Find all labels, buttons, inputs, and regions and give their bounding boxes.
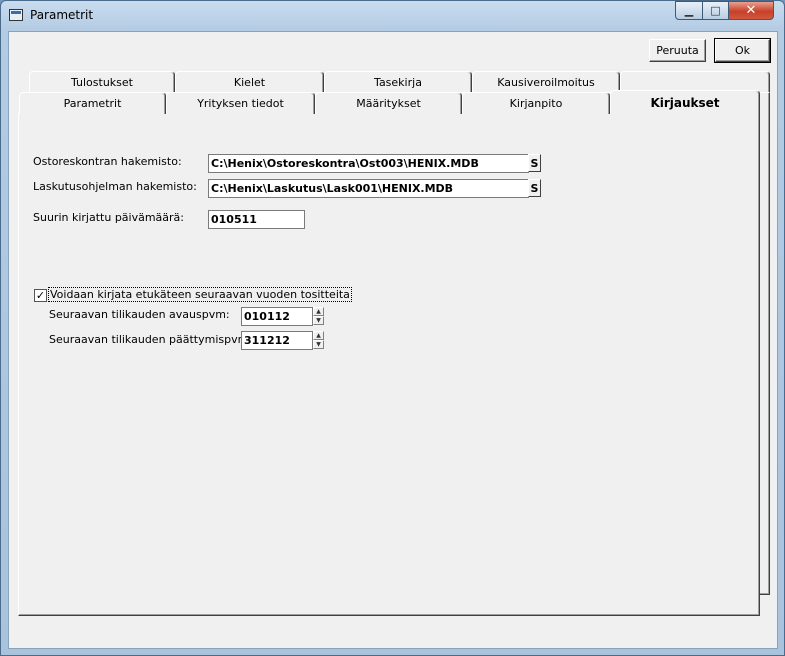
spin-up-icon[interactable]: ▲ [313,331,324,340]
tab-parametrit[interactable]: Parametrit [19,92,166,114]
tab-kielet[interactable]: Kielet [175,71,324,93]
app-icon[interactable] [9,9,23,21]
tab-tulostukset[interactable]: Tulostukset [29,71,175,93]
cancel-button[interactable]: Peruuta [649,39,706,62]
tab-kirjanpito[interactable]: Kirjanpito [462,92,610,114]
minimize-icon: ▁ [684,4,694,17]
invoice-dir-field[interactable]: C:\Henix\Laskutus\Lask001\HENIX.MDB [208,179,529,198]
max-date-field[interactable]: 010511 [208,210,305,229]
purchase-dir-field[interactable]: C:\Henix\Ostoreskontra\Ost003\HENIX.MDB [208,154,529,173]
minimize-button[interactable]: ▁ [675,1,703,20]
title-bar[interactable]: Parametrit ▁ □ ✕ [1,1,784,31]
next-end-field[interactable]: 311212 [241,331,313,350]
window-title: Parametrit [30,8,94,22]
invoice-dir-label: Laskutusohjelman hakemisto: [33,180,197,193]
advance-posting-label[interactable]: Voidaan kirjata etukäteen seuraavan vuod… [48,287,352,302]
max-date-label: Suurin kirjattu päivämäärä: [33,211,185,224]
check-icon: ✓ [35,289,46,302]
spin-up-icon[interactable]: ▲ [313,307,324,316]
next-start-label: Seuraavan tilikauden avauspvm: [49,308,230,321]
tab-kirjaukset[interactable]: Kirjaukset [610,90,760,114]
purchase-dir-browse-button[interactable]: S [528,154,541,172]
close-icon: ✕ [745,3,757,18]
maximize-button[interactable]: □ [702,1,729,20]
spin-down-icon[interactable]: ▼ [313,340,324,349]
next-end-label: Seuraavan tilikauden päättymispvm: [49,333,253,346]
invoice-dir-browse-button[interactable]: S [528,179,541,197]
spin-down-icon[interactable]: ▼ [313,316,324,325]
next-start-spinner[interactable]: ▲ ▼ [313,307,324,326]
kirjaukset-panel: Ostoreskontran hakemisto: C:\Henix\Ostor… [17,112,759,615]
next-end-spinner[interactable]: ▲ ▼ [313,331,324,350]
maximize-icon: □ [710,4,721,17]
tab-maaritykset[interactable]: Määritykset [315,92,462,114]
parametrit-window: Parametrit ▁ □ ✕ Peruuta Ok Tulostukset … [0,0,785,656]
purchase-dir-label: Ostoreskontran hakemisto: [33,155,182,168]
advance-posting-checkbox[interactable]: ✓ [34,289,47,302]
tab-tasekirja[interactable]: Tasekirja [324,71,472,93]
next-start-field[interactable]: 010112 [241,307,313,326]
ok-button[interactable]: Ok [714,38,771,63]
tab-yrityksen-tiedot[interactable]: Yrityksen tiedot [166,92,315,114]
tab-kausiveroilmoitus[interactable]: Kausiveroilmoitus [472,71,620,93]
close-button[interactable]: ✕ [728,1,774,20]
